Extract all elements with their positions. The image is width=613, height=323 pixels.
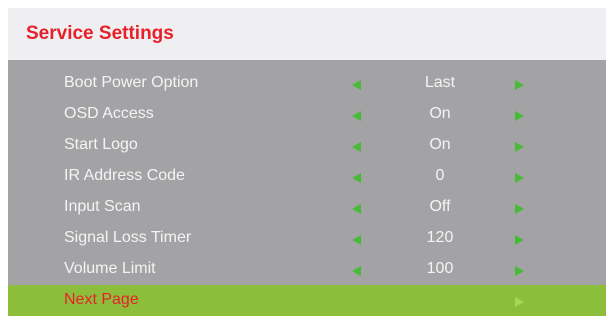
menu-item-value: On <box>429 136 451 153</box>
menu-item-volume-limit[interactable]: Volume Limit 100 <box>8 254 606 285</box>
menu-title: Service Settings <box>26 23 174 44</box>
menu-item-label: Next Page <box>64 291 139 308</box>
left-arrow-icon[interactable] <box>352 235 361 245</box>
menu-item-value: On <box>429 105 451 122</box>
menu-item-label: Start Logo <box>64 136 138 153</box>
menu-item-value: 100 <box>426 260 454 277</box>
right-arrow-icon[interactable] <box>515 204 524 214</box>
menu-item-osd-access[interactable]: OSD Access On <box>8 99 606 130</box>
menu-item-value: Last <box>424 74 456 91</box>
left-arrow-icon[interactable] <box>352 111 361 121</box>
title-bar: Service Settings <box>8 8 606 60</box>
menu-item-label: Boot Power Option <box>64 74 199 91</box>
right-arrow-icon[interactable] <box>515 235 524 245</box>
menu-item-boot-power-option[interactable]: Boot Power Option Last <box>8 68 606 99</box>
right-arrow-icon[interactable] <box>515 297 524 307</box>
menu-item-label: Volume Limit <box>64 260 156 277</box>
left-arrow-icon[interactable] <box>352 142 361 152</box>
menu-item-start-logo[interactable]: Start Logo On <box>8 130 606 161</box>
right-arrow-icon[interactable] <box>515 142 524 152</box>
service-settings-osd: Service Settings Boot Power Option Last … <box>8 8 606 318</box>
left-arrow-icon[interactable] <box>352 266 361 276</box>
menu-item-label: IR Address Code <box>64 167 185 184</box>
right-arrow-icon[interactable] <box>515 80 524 90</box>
left-arrow-icon[interactable] <box>352 204 361 214</box>
right-arrow-icon[interactable] <box>515 173 524 183</box>
menu-item-label: OSD Access <box>64 105 154 122</box>
menu-item-value: 0 <box>435 167 445 184</box>
menu-item-input-scan[interactable]: Input Scan Off <box>8 192 606 223</box>
menu-item-signal-loss-timer[interactable]: Signal Loss Timer 120 <box>8 223 606 254</box>
menu-item-label: Signal Loss Timer <box>64 229 192 246</box>
left-arrow-icon[interactable] <box>352 173 361 183</box>
settings-menu: Boot Power Option Last OSD Access On Sta… <box>8 60 606 316</box>
menu-item-label: Input Scan <box>64 198 141 215</box>
menu-item-ir-address-code[interactable]: IR Address Code 0 <box>8 161 606 192</box>
right-arrow-icon[interactable] <box>515 111 524 121</box>
right-arrow-icon[interactable] <box>515 266 524 276</box>
left-arrow-icon[interactable] <box>352 80 361 90</box>
menu-item-value: 120 <box>426 229 454 246</box>
menu-item-value: Off <box>429 198 451 215</box>
menu-item-next-page[interactable]: Next Page <box>8 285 606 316</box>
